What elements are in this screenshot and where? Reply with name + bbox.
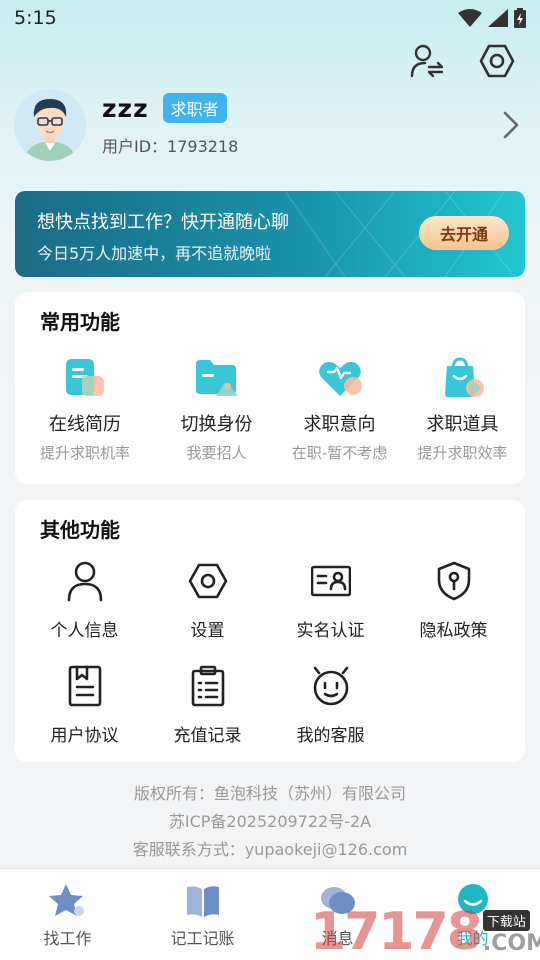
feature-subtitle: 提升求职机率 <box>39 444 130 462</box>
icp-text[interactable]: 苏ICP备2025209722号-2A <box>0 808 540 832</box>
feature-subtitle: 在职-暂不考虑 <box>291 444 388 462</box>
feature-job-props[interactable]: 求职道具 提升求职效率 <box>401 356 524 463</box>
settings-hexagon-icon <box>188 563 227 599</box>
watermark-right: 下载站 .COM <box>482 910 540 956</box>
feature-online-resume[interactable]: 在线简历 提升求职机率 <box>15 356 155 463</box>
resume-icon <box>66 359 104 396</box>
item-settings[interactable]: 设置 <box>146 560 269 641</box>
banner-subtitle: 今日5万人加速中，再不追就晚啦 <box>37 244 272 263</box>
id-card-icon <box>310 565 351 597</box>
feature-label: 在线简历 <box>49 414 121 435</box>
item-label: 设置 <box>190 621 225 641</box>
watermark: 17178 下载站 .COM <box>310 898 540 960</box>
user-id: 用户ID：1793218 <box>102 137 239 156</box>
document-icon <box>68 665 101 707</box>
battery-icon <box>514 8 526 28</box>
shield-icon <box>437 561 470 601</box>
status-time: 5:15 <box>14 7 57 29</box>
profile-section[interactable]: zzz 求职者 用户ID：1793218 <box>14 88 526 162</box>
tab-label: 找工作 <box>43 929 92 948</box>
contact-text: 客服联系方式：yupaokeji@126.com <box>132 840 408 859</box>
item-label: 实名认证 <box>296 621 365 641</box>
status-icons <box>458 8 526 28</box>
tab-label: 记工记账 <box>170 929 235 948</box>
role-badge: 求职者 <box>162 93 227 123</box>
feature-subtitle: 我要招人 <box>186 444 247 462</box>
feature-label: 求职道具 <box>426 414 499 435</box>
book-icon <box>186 886 219 917</box>
item-label: 用户协议 <box>50 726 119 746</box>
avatar[interactable] <box>14 89 86 161</box>
tab-find-job[interactable]: 找工作 <box>0 869 135 960</box>
common-functions-grid: 在线简历 提升求职机率 切换身份 我要招人 求职意向 在职-暂不考虑 求职道具 … <box>15 356 525 463</box>
feature-subtitle: 提升求职效率 <box>417 444 508 462</box>
heart-icon <box>318 361 362 396</box>
feature-job-intention[interactable]: 求职意向 在职-暂不考虑 <box>278 356 401 463</box>
item-label: 我的客服 <box>296 726 365 746</box>
feature-label: 切换身份 <box>180 414 253 435</box>
feature-label: 求职意向 <box>303 414 376 435</box>
shopping-bag-icon <box>444 357 484 397</box>
item-customer-service[interactable]: 我的客服 <box>269 665 392 746</box>
folder-switch-icon <box>195 360 238 396</box>
signal-icon <box>488 9 508 27</box>
item-user-agreement[interactable]: 用户协议 <box>23 665 146 746</box>
star-icon <box>48 884 84 916</box>
item-real-name[interactable]: 实名认证 <box>269 560 392 641</box>
user-name: zzz <box>102 93 149 123</box>
common-functions-card: 常用功能 在线简历 提升求职机率 切换身份 我要招人 求职意向 在职-暂不考虑 … <box>15 292 525 484</box>
watermark-suffix: .COM <box>482 931 540 956</box>
promo-banner[interactable]: 想快点找到工作？快开通随心聊 今日5万人加速中，再不追就晚啦 去开通 <box>15 191 525 277</box>
activate-button[interactable]: 去开通 <box>419 216 509 250</box>
other-functions-title: 其他功能 <box>40 518 120 542</box>
profile-info: zzz 求职者 用户ID：1793218 <box>102 93 496 157</box>
person-icon <box>67 561 102 602</box>
banner-title: 想快点找到工作？快开通随心聊 <box>37 212 289 233</box>
settings-icon[interactable] <box>478 42 516 80</box>
chevron-right-icon[interactable] <box>496 105 526 145</box>
other-functions-card: 其他功能 个人信息 设置 实名认证 隐私政策 用户协议 充值记录 我的客服 <box>15 500 525 762</box>
name-row: zzz 求职者 <box>102 93 496 123</box>
support-robot-icon <box>313 666 348 706</box>
item-label: 充值记录 <box>173 726 242 746</box>
other-functions-grid: 个人信息 设置 实名认证 隐私政策 用户协议 充值记录 我的客服 <box>23 560 517 746</box>
item-label: 隐私政策 <box>419 621 488 641</box>
status-bar: 5:15 <box>0 0 540 36</box>
item-privacy-policy[interactable]: 隐私政策 <box>392 560 515 641</box>
wifi-icon <box>458 9 482 27</box>
item-label: 个人信息 <box>50 621 119 641</box>
switch-account-icon[interactable] <box>408 42 446 80</box>
clipboard-icon <box>191 665 224 707</box>
tab-work-log[interactable]: 记工记账 <box>135 869 270 960</box>
top-actions <box>408 42 516 80</box>
item-personal-info[interactable]: 个人信息 <box>23 560 146 641</box>
copyright-text: 版权所有：鱼泡科技（苏州）有限公司 <box>133 784 406 803</box>
watermark-digits: 17178 <box>310 902 483 960</box>
common-functions-title: 常用功能 <box>40 310 120 334</box>
watermark-tag: 下载站 <box>482 910 530 931</box>
feature-switch-identity[interactable]: 切换身份 我要招人 <box>155 356 278 463</box>
item-recharge-record[interactable]: 充值记录 <box>146 665 269 746</box>
